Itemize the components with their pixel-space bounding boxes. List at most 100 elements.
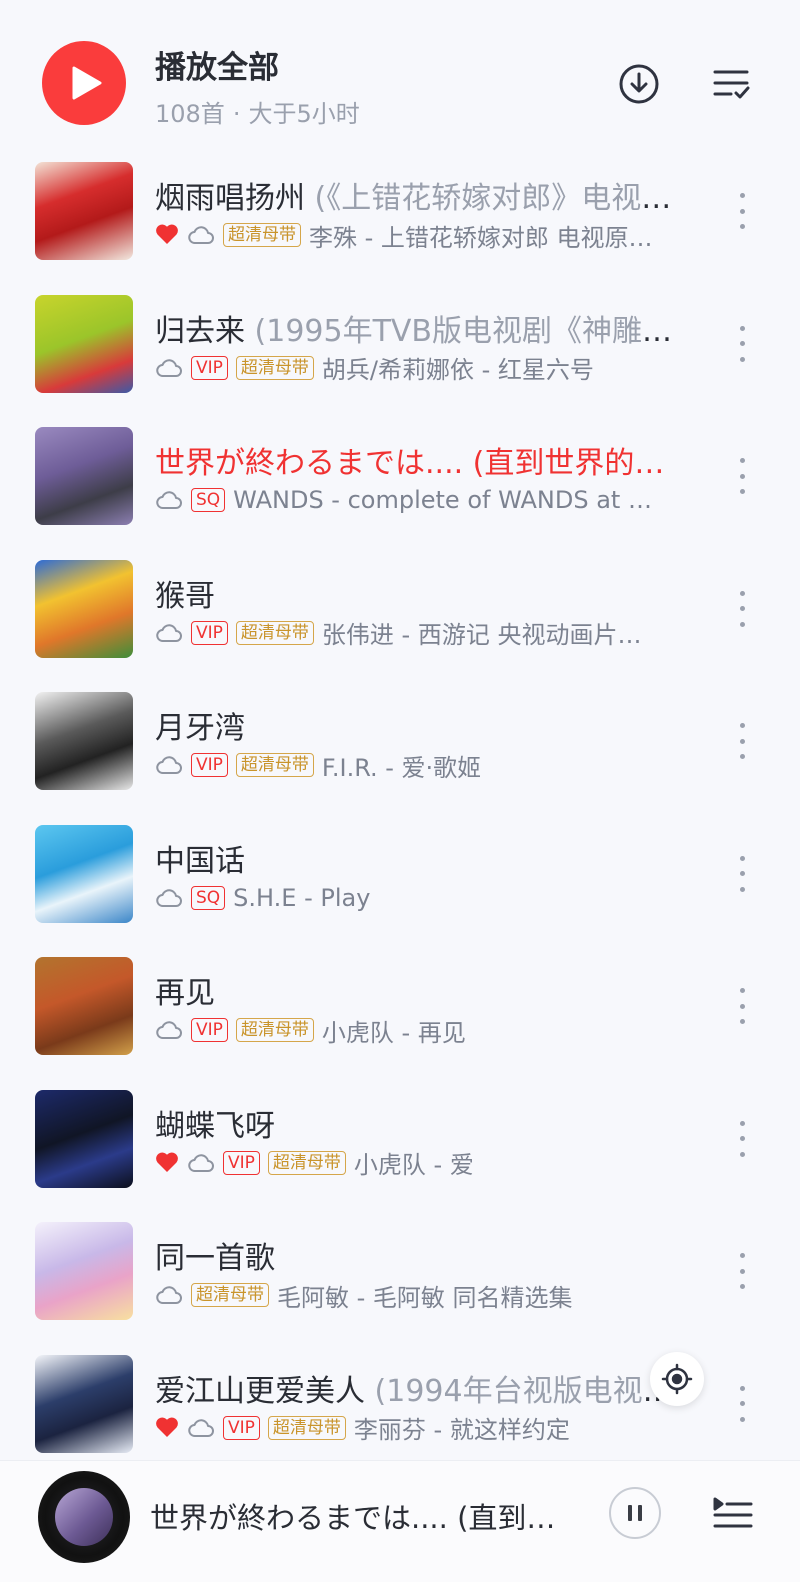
cover-art	[35, 957, 133, 1055]
more-options-icon[interactable]	[734, 723, 750, 759]
liked-heart-icon[interactable]	[155, 223, 179, 247]
more-options-icon[interactable]	[734, 988, 750, 1024]
sq-badge: SQ	[191, 488, 226, 512]
song-meta: SQ S.H.E - Play	[155, 880, 655, 916]
song-row[interactable]: 烟雨唱扬州 (《上错花轿嫁对郎》电视剧主题曲) 超清母带李殊 - 上错花轿嫁对郎…	[0, 145, 800, 278]
cover-art	[35, 559, 133, 658]
cover-art	[35, 824, 133, 923]
more-options-icon[interactable]	[734, 325, 750, 362]
now-playing-title[interactable]: 世界が終わるまでは.... (直到世界的尽头)	[150, 1495, 570, 1537]
song-subtitle: (1995年TVB版电视剧《神雕侠侣》插曲)	[254, 313, 685, 349]
vip-badge: VIP	[191, 620, 228, 645]
song-meta: VIP 超清母带 小虎队 - 再见	[155, 1012, 655, 1048]
multi-select-button[interactable]	[709, 62, 753, 106]
artist-album: 张伟进 - 西游记 央视动画片原声	[321, 621, 655, 649]
vip-badge: VIP	[223, 1150, 260, 1175]
artist-album: F.I.R. - 爱·歌姬	[321, 753, 482, 782]
album-cover	[35, 162, 133, 260]
separator-dot: ·	[232, 100, 241, 128]
song-meta: VIP 超清母带 李丽芬 - 就这样约定	[155, 1410, 655, 1446]
pause-button[interactable]	[609, 1487, 661, 1539]
target-icon	[661, 1363, 693, 1395]
album-cover	[35, 824, 133, 923]
song-subtitle: (1994年台视版电视剧《倚天屠龙记》片尾曲)	[374, 1373, 685, 1409]
artist-album: 李丽芬 - 就这样约定	[353, 1416, 570, 1444]
cover-art	[35, 294, 133, 393]
album-cover	[35, 427, 133, 525]
master-tape-badge: 超清母带	[235, 355, 314, 380]
playlist-header: 播放全部 108首 · 大于5小时	[0, 0, 800, 150]
song-title: 烟雨唱扬州 (《上错花轿嫁对郎》电视剧主题曲)	[155, 173, 685, 217]
master-tape-badge: 超清母带	[235, 620, 314, 645]
master-tape-badge: 超清母带	[267, 1415, 346, 1440]
song-name: 猴哥	[155, 578, 215, 614]
liked-heart-icon[interactable]	[155, 1151, 179, 1175]
pause-bar	[628, 1505, 632, 1521]
song-title: 猴哥	[155, 571, 685, 615]
master-tape-badge: 超清母带	[223, 223, 301, 247]
cover-art	[35, 1354, 133, 1453]
album-cover	[35, 1354, 133, 1453]
song-row[interactable]: 归去来 (1995年TVB版电视剧《神雕侠侣》插曲) VIP 超清母带胡兵/希莉娜…	[0, 278, 800, 411]
pause-bar	[638, 1505, 642, 1521]
more-options-icon[interactable]	[734, 1120, 750, 1157]
song-list: 烟雨唱扬州 (《上错花轿嫁对郎》电视剧主题曲) 超清母带李殊 - 上错花轿嫁对郎…	[0, 145, 800, 1470]
playlist-icon	[713, 1497, 753, 1528]
song-name: 再见	[155, 976, 215, 1011]
cover-art	[35, 162, 133, 260]
song-row[interactable]: 月牙湾 VIP 超清母带 F.I.R. - 爱·歌姬	[0, 675, 800, 808]
cover-art	[35, 1222, 133, 1320]
song-row[interactable]: 同一首歌 超清母带 毛阿敏 - 毛阿敏 同名精选集	[0, 1205, 800, 1338]
song-name: 蝴蝶飞呀	[155, 1108, 275, 1144]
song-meta: VIP 超清母带 张伟进 - 西游记 央视动画片原声	[155, 615, 655, 651]
cloud-icon	[187, 223, 215, 247]
vip-badge: VIP	[191, 355, 228, 380]
liked-heart-icon[interactable]	[155, 1416, 179, 1440]
vip-badge: VIP	[223, 1415, 260, 1440]
song-meta: SQ WANDS - complete of WANDS at the BEING…	[155, 482, 655, 518]
song-meta: VIP 超清母带 F.I.R. - 爱·歌姬	[155, 747, 655, 783]
song-row[interactable]: 蝴蝶飞呀 VIP 超清母带 小虎队 - 爱	[0, 1073, 800, 1206]
song-row[interactable]: 猴哥 VIP 超清母带 张伟进 - 西游记 央视动画片原声	[0, 543, 800, 676]
song-name: 世界が終わるまでは.... (直到世界的尽头)	[155, 446, 685, 481]
play-icon	[72, 66, 102, 100]
cloud-icon	[155, 488, 183, 512]
artist-album: S.H.E - Play	[233, 883, 371, 912]
more-options-icon[interactable]	[734, 855, 750, 892]
play-all-label[interactable]: 播放全部	[155, 42, 279, 87]
more-options-icon[interactable]	[734, 590, 750, 627]
album-cover	[35, 294, 133, 393]
more-options-icon[interactable]	[734, 193, 750, 229]
master-tape-badge: 超清母带	[267, 1150, 346, 1175]
song-row[interactable]: 再见 VIP 超清母带 小虎队 - 再见	[0, 940, 800, 1073]
more-options-icon[interactable]	[734, 1385, 750, 1422]
cover-art	[35, 1089, 133, 1188]
locate-current-song-button[interactable]	[650, 1352, 704, 1406]
song-row[interactable]: 世界が終わるまでは.... (直到世界的尽头) SQ WANDS - comple…	[0, 410, 800, 543]
more-options-icon[interactable]	[734, 1253, 750, 1289]
song-name: 归去来	[155, 313, 245, 349]
playlist-button[interactable]	[711, 1491, 755, 1535]
play-all-button[interactable]	[42, 41, 126, 125]
artist-album: 小虎队 - 爱	[353, 1151, 474, 1179]
artist-album: 毛阿敏 - 毛阿敏 同名精选集	[277, 1283, 573, 1312]
mini-player[interactable]: 世界が終わるまでは.... (直到世界的尽头)	[0, 1460, 800, 1582]
now-playing-disc[interactable]	[38, 1471, 130, 1563]
cloud-icon	[187, 1416, 215, 1440]
song-name: 同一首歌	[155, 1241, 275, 1276]
artist-album: 小虎队 - 再见	[321, 1018, 466, 1047]
song-name: 爱江山更爱美人	[155, 1373, 365, 1409]
song-title: 归去来 (1995年TVB版电视剧《神雕侠侣》插曲)	[155, 306, 685, 350]
cloud-icon	[155, 1018, 183, 1042]
total-duration: 大于5小时	[248, 100, 360, 128]
album-cover	[35, 957, 133, 1055]
song-name: 中国话	[155, 843, 245, 879]
artist-album: 李殊 - 上错花轿嫁对郎 电视原声带	[309, 223, 655, 252]
more-options-icon[interactable]	[734, 458, 750, 494]
vip-badge: VIP	[191, 1018, 228, 1042]
cloud-icon	[155, 753, 183, 777]
download-button[interactable]	[617, 62, 661, 106]
song-row[interactable]: 中国话 SQ S.H.E - Play	[0, 808, 800, 941]
song-name: 烟雨唱扬州	[155, 181, 305, 216]
cover-art	[35, 427, 133, 525]
